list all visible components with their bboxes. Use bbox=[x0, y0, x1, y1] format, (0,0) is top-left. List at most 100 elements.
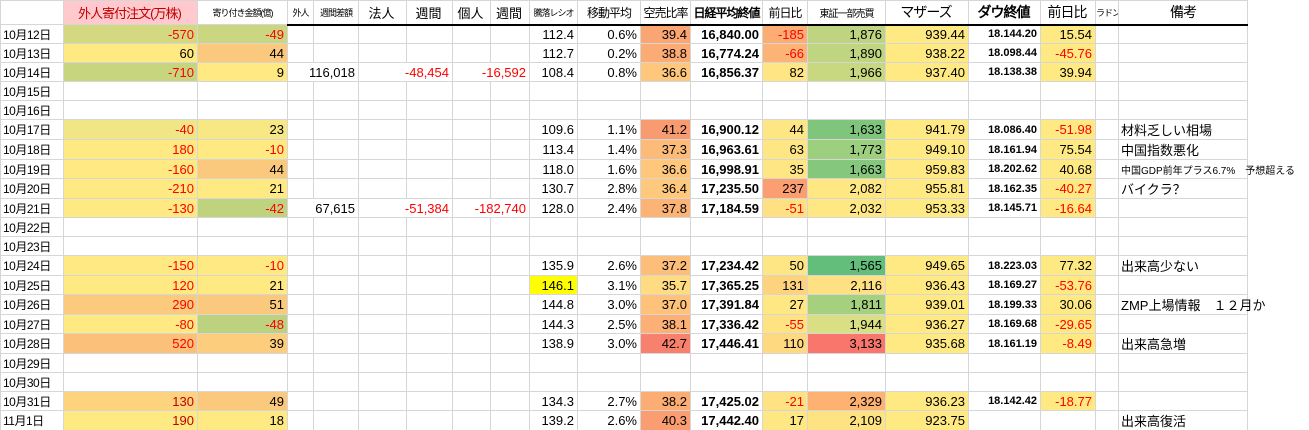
cell-hou[interactable] bbox=[359, 140, 407, 160]
cell-hou[interactable]: -48,454 bbox=[359, 63, 453, 82]
cell-hou[interactable] bbox=[359, 373, 407, 392]
cell-radon[interactable] bbox=[1096, 120, 1119, 140]
cell-idou[interactable] bbox=[578, 354, 641, 373]
cell-dow[interactable]: 18.162.35 bbox=[969, 179, 1041, 199]
cell-mothers[interactable] bbox=[886, 101, 969, 120]
cell-zen1[interactable]: -51 bbox=[763, 199, 808, 218]
cell-zen2[interactable]: -53.76 bbox=[1041, 276, 1096, 295]
cell-tosho[interactable]: 1,890 bbox=[808, 44, 886, 63]
cell-toraku[interactable]: 135.9 bbox=[530, 256, 578, 276]
cell-karauri[interactable] bbox=[641, 237, 691, 256]
cell-toraku[interactable]: 113.4 bbox=[530, 140, 578, 160]
cell-c2[interactable] bbox=[198, 354, 288, 373]
cell-toraku[interactable]: 112.4 bbox=[530, 25, 578, 44]
cell-shu1[interactable] bbox=[314, 25, 359, 44]
cell-toraku[interactable]: 144.3 bbox=[530, 315, 578, 334]
cell-ko[interactable] bbox=[453, 179, 491, 199]
cell-idou[interactable]: 2.7% bbox=[578, 392, 641, 411]
cell-karauri[interactable]: 38.8 bbox=[641, 44, 691, 63]
cell-radon[interactable] bbox=[1096, 101, 1119, 120]
cell-shu2[interactable] bbox=[407, 140, 453, 160]
cell-c2[interactable] bbox=[198, 237, 288, 256]
cell-c2[interactable]: 44 bbox=[198, 160, 288, 179]
cell-tosho[interactable]: 1,811 bbox=[808, 295, 886, 315]
cell-radon[interactable] bbox=[1096, 44, 1119, 63]
cell-biko[interactable]: 材料乏しい相場 bbox=[1119, 120, 1248, 140]
cell-mothers[interactable]: 936.23 bbox=[886, 392, 969, 411]
cell-biko[interactable] bbox=[1119, 44, 1248, 63]
cell-zen1[interactable]: 110 bbox=[763, 334, 808, 354]
cell-biko[interactable] bbox=[1119, 82, 1248, 101]
cell-tosho[interactable] bbox=[808, 354, 886, 373]
cell-zen2[interactable]: 39.94 bbox=[1041, 63, 1096, 82]
cell-dow[interactable]: 18.161.94 bbox=[969, 140, 1041, 160]
cell-gai[interactable] bbox=[288, 315, 314, 334]
cell-shu3[interactable] bbox=[491, 354, 530, 373]
cell-c1[interactable]: -80 bbox=[64, 315, 198, 334]
cell-date[interactable]: 10月31日 bbox=[1, 392, 64, 411]
cell-idou[interactable]: 0.2% bbox=[578, 44, 641, 63]
cell-c1[interactable] bbox=[64, 218, 198, 237]
cell-gai[interactable] bbox=[288, 101, 314, 120]
cell-nikkei[interactable]: 17,391.84 bbox=[691, 295, 763, 315]
cell-karauri[interactable]: 37.3 bbox=[641, 140, 691, 160]
cell-karauri[interactable]: 40.3 bbox=[641, 411, 691, 430]
cell-radon[interactable] bbox=[1096, 334, 1119, 354]
col-header-date[interactable] bbox=[1, 1, 64, 25]
cell-dow[interactable]: 18.098.44 bbox=[969, 44, 1041, 63]
cell-ko[interactable] bbox=[453, 392, 491, 411]
cell-gai[interactable] bbox=[288, 82, 314, 101]
cell-shu3[interactable] bbox=[491, 25, 530, 44]
cell-zen1[interactable] bbox=[763, 354, 808, 373]
cell-shu3[interactable] bbox=[491, 411, 530, 430]
col-header-hou[interactable]: 法人 bbox=[359, 1, 407, 25]
cell-date[interactable]: 10月12日 bbox=[1, 25, 64, 44]
cell-dow[interactable]: 18.169.68 bbox=[969, 315, 1041, 334]
cell-shu3[interactable] bbox=[491, 140, 530, 160]
cell-toraku[interactable]: 118.0 bbox=[530, 160, 578, 179]
cell-shu3[interactable] bbox=[491, 256, 530, 276]
cell-ko[interactable] bbox=[453, 120, 491, 140]
cell-date[interactable]: 10月23日 bbox=[1, 237, 64, 256]
cell-c2[interactable]: -10 bbox=[198, 256, 288, 276]
cell-c1[interactable] bbox=[64, 82, 198, 101]
cell-ko[interactable] bbox=[453, 44, 491, 63]
cell-c2[interactable]: -42 bbox=[198, 199, 288, 218]
cell-date[interactable]: 10月30日 bbox=[1, 373, 64, 392]
cell-biko[interactable]: 中国指数悪化 bbox=[1119, 140, 1248, 160]
cell-zen2[interactable] bbox=[1041, 101, 1096, 120]
cell-biko[interactable]: バイクラ？ bbox=[1119, 179, 1248, 199]
cell-c2[interactable]: 9 bbox=[198, 63, 288, 82]
cell-toraku[interactable]: 139.2 bbox=[530, 411, 578, 430]
cell-mothers[interactable] bbox=[886, 373, 969, 392]
cell-ko[interactable] bbox=[453, 101, 491, 120]
cell-toraku[interactable] bbox=[530, 82, 578, 101]
cell-c1[interactable] bbox=[64, 101, 198, 120]
cell-biko[interactable] bbox=[1119, 354, 1248, 373]
cell-shu3[interactable] bbox=[491, 295, 530, 315]
col-header-tosho[interactable]: 東証一部売買 bbox=[808, 1, 886, 25]
col-header-c1[interactable]: 外人寄付注文(万株) bbox=[64, 1, 198, 25]
cell-tosho[interactable]: 1,944 bbox=[808, 315, 886, 334]
cell-shu1[interactable] bbox=[314, 140, 359, 160]
cell-zen1[interactable]: -21 bbox=[763, 392, 808, 411]
cell-radon[interactable] bbox=[1096, 354, 1119, 373]
cell-c1[interactable]: 520 bbox=[64, 334, 198, 354]
cell-c2[interactable]: -10 bbox=[198, 140, 288, 160]
cell-ko[interactable] bbox=[453, 140, 491, 160]
cell-ko[interactable] bbox=[453, 411, 491, 430]
cell-dow[interactable] bbox=[969, 82, 1041, 101]
cell-dow[interactable] bbox=[969, 101, 1041, 120]
cell-idou[interactable] bbox=[578, 237, 641, 256]
col-header-mothers[interactable]: マザーズ bbox=[886, 1, 969, 25]
cell-nikkei[interactable]: 17,425.02 bbox=[691, 392, 763, 411]
cell-tosho[interactable]: 1,773 bbox=[808, 140, 886, 160]
cell-nikkei[interactable]: 16,963.61 bbox=[691, 140, 763, 160]
cell-zen2[interactable]: -16.64 bbox=[1041, 199, 1096, 218]
cell-c1[interactable]: 130 bbox=[64, 392, 198, 411]
cell-biko[interactable]: 出来高少ない bbox=[1119, 256, 1248, 276]
cell-hou[interactable] bbox=[359, 315, 407, 334]
col-header-biko[interactable]: 備考 bbox=[1119, 1, 1248, 25]
cell-mothers[interactable]: 935.68 bbox=[886, 334, 969, 354]
cell-zen1[interactable]: -185 bbox=[763, 25, 808, 44]
